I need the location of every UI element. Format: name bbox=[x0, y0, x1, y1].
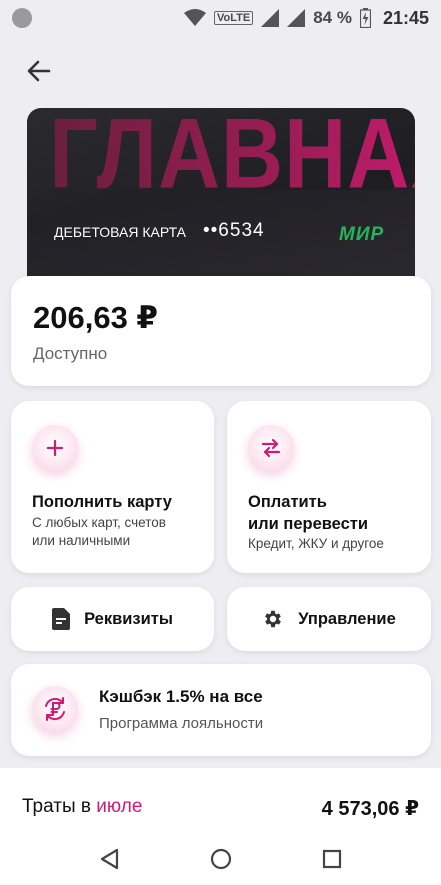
top-up-title: Пополнить карту bbox=[32, 493, 172, 511]
manage-label: Управление bbox=[298, 609, 396, 628]
details-button[interactable]: Реквизиты bbox=[11, 587, 214, 651]
pay-title-2: или перевести bbox=[248, 515, 369, 533]
manage-button[interactable]: Управление bbox=[227, 587, 431, 651]
ruble-cashback-icon bbox=[32, 686, 78, 732]
pay-transfer-tile[interactable]: Оплатить или перевести Кредит, ЖКУ и дру… bbox=[227, 401, 431, 573]
cashback-title: Кэшбэк 1.5% на все bbox=[99, 687, 263, 706]
pay-title-1: Оплатить bbox=[248, 493, 327, 511]
spending-prefix: Траты в bbox=[22, 796, 91, 817]
plus-icon bbox=[32, 425, 78, 471]
transfer-arrows-icon bbox=[248, 425, 294, 471]
balance-label: Доступно bbox=[33, 344, 108, 363]
square-recents-icon bbox=[322, 849, 342, 869]
top-up-subtitle-1: С любых карт, счетов bbox=[32, 515, 166, 530]
document-icon bbox=[52, 608, 71, 630]
battery-percent: 84 % bbox=[313, 8, 352, 27]
notification-dot-icon bbox=[12, 8, 32, 28]
signal-icon bbox=[261, 9, 280, 27]
plus-glyph-icon bbox=[46, 439, 64, 457]
details-label: Реквизиты bbox=[84, 609, 173, 628]
triangle-back-icon bbox=[100, 848, 119, 870]
spending-amount: 4 573,06 ₽ bbox=[321, 798, 419, 820]
debit-card-banner[interactable]: ГЛАВНАЯ ДЕБЕТОВАЯ КАРТА ••6534 МИР bbox=[27, 108, 415, 298]
ruble-cycle-glyph-icon bbox=[45, 697, 65, 721]
status-bar: VoLTE 84 % 21:45 bbox=[0, 0, 441, 36]
balance-card: 206,63 ₽ Доступно bbox=[11, 276, 431, 386]
wifi-icon bbox=[184, 9, 206, 26]
system-nav-bar bbox=[0, 838, 441, 885]
top-up-subtitle-2: или наличными bbox=[32, 533, 131, 548]
card-number: ••6534 bbox=[203, 220, 265, 241]
mir-logo: МИР bbox=[339, 224, 384, 246]
volte-label: VoLTE bbox=[214, 11, 254, 25]
status-time: 21:45 bbox=[382, 7, 429, 28]
signal-2-icon bbox=[287, 9, 306, 27]
status-indicators: VoLTE 84 % 21:45 bbox=[184, 8, 429, 29]
mir-logo-text: МИР bbox=[339, 224, 385, 245]
gear-icon bbox=[265, 610, 282, 628]
arrow-left-icon bbox=[27, 60, 51, 82]
spending-month-link[interactable]: июле bbox=[96, 796, 142, 817]
battery-charging-icon bbox=[359, 8, 371, 28]
top-up-card-tile[interactable]: Пополнить карту С любых карт, счетов или… bbox=[11, 401, 214, 573]
spending-label: Траты в июле bbox=[22, 796, 142, 818]
nav-home-button[interactable] bbox=[206, 844, 236, 874]
cashback-subtitle: Программа лояльности bbox=[99, 715, 264, 732]
back-button[interactable] bbox=[24, 56, 54, 86]
cashback-program-tile[interactable]: Кэшбэк 1.5% на все Программа лояльности bbox=[11, 664, 431, 756]
balance-amount: 206,63 ₽ bbox=[33, 300, 158, 335]
pay-subtitle: Кредит, ЖКУ и другое bbox=[248, 536, 384, 551]
card-type-label: ДЕБЕТОВАЯ КАРТА bbox=[54, 224, 186, 240]
circle-home-icon bbox=[210, 848, 232, 870]
transfer-glyph-icon bbox=[261, 438, 281, 458]
nav-back-button[interactable] bbox=[95, 844, 125, 874]
nav-recents-button[interactable] bbox=[317, 844, 347, 874]
